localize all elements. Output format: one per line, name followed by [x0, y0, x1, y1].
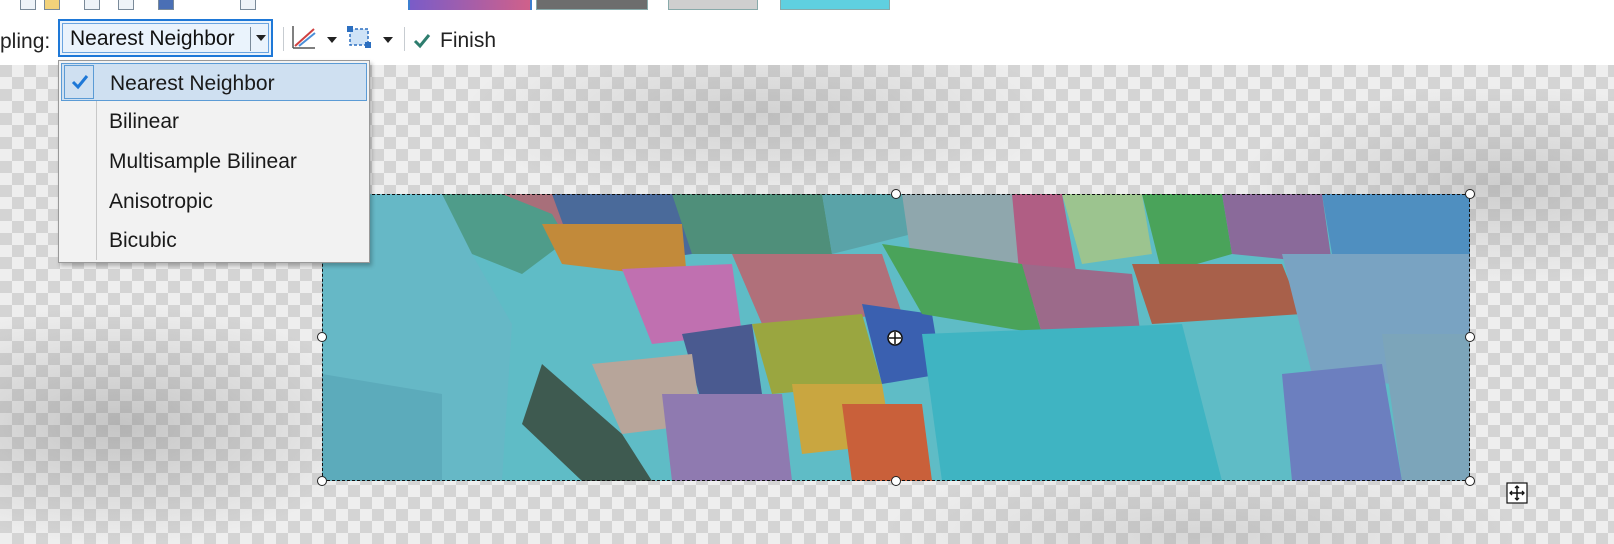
resampling-combo-value: Nearest Neighbor [70, 27, 235, 50]
toolbar-icon[interactable] [20, 0, 36, 10]
finish-button[interactable]: Finish [412, 26, 496, 56]
resampling-toolbar: pling: Nearest Neighbor Finish [0, 10, 1614, 65]
resize-handle[interactable] [1465, 332, 1475, 342]
menu-item-label: Anisotropic [109, 190, 213, 213]
top-toolbar-strip [0, 0, 1614, 10]
line-chart-icon[interactable] [290, 23, 318, 51]
check-icon [413, 34, 431, 49]
menu-item-anisotropic[interactable]: Anisotropic [61, 182, 367, 220]
resize-handle[interactable] [1465, 189, 1475, 199]
finish-label: Finish [440, 29, 497, 52]
chevron-down-icon[interactable] [256, 35, 266, 41]
menu-item-bilinear[interactable]: Bilinear [61, 102, 367, 140]
menu-item-label: Nearest Neighbor [110, 72, 275, 95]
toolbar-icon[interactable] [240, 0, 256, 10]
resize-handle[interactable] [317, 476, 327, 486]
menu-item-label: Bicubic [109, 229, 177, 252]
check-icon [71, 75, 89, 90]
resampling-dropdown-menu: Nearest Neighbor Bilinear Multisample Bi… [58, 60, 370, 263]
toolbar-separator [404, 27, 405, 51]
menu-item-label: Bilinear [109, 110, 180, 133]
chevron-down-icon[interactable] [383, 37, 393, 43]
move-icon[interactable] [1506, 482, 1528, 504]
resize-handle[interactable] [891, 476, 901, 486]
chevron-down-icon[interactable] [327, 37, 337, 43]
resize-handle[interactable] [1465, 476, 1475, 486]
toolbar-separator [283, 27, 284, 51]
layer-thumbnail[interactable] [408, 0, 532, 10]
menu-item-multisample-bilinear[interactable]: Multisample Bilinear [61, 142, 367, 180]
toolbar-icon[interactable] [118, 0, 134, 10]
layer-thumbnail[interactable] [536, 0, 648, 10]
resize-handle[interactable] [891, 189, 901, 199]
toolbar-icon[interactable] [44, 0, 60, 10]
pivot-icon[interactable] [886, 329, 904, 347]
layer-thumbnail[interactable] [668, 0, 758, 10]
menu-item-label: Multisample Bilinear [109, 150, 297, 173]
toolbar-icon[interactable] [158, 0, 174, 10]
menu-item-bicubic[interactable]: Bicubic [61, 221, 367, 259]
toolbar-icon[interactable] [84, 0, 100, 10]
resampling-label: pling: [0, 30, 51, 53]
extent-icon[interactable] [345, 23, 373, 51]
resampling-combo[interactable]: Nearest Neighbor [58, 19, 273, 57]
layer-thumbnail[interactable] [780, 0, 890, 10]
menu-item-nearest-neighbor[interactable]: Nearest Neighbor [61, 63, 367, 101]
resize-handle[interactable] [317, 332, 327, 342]
